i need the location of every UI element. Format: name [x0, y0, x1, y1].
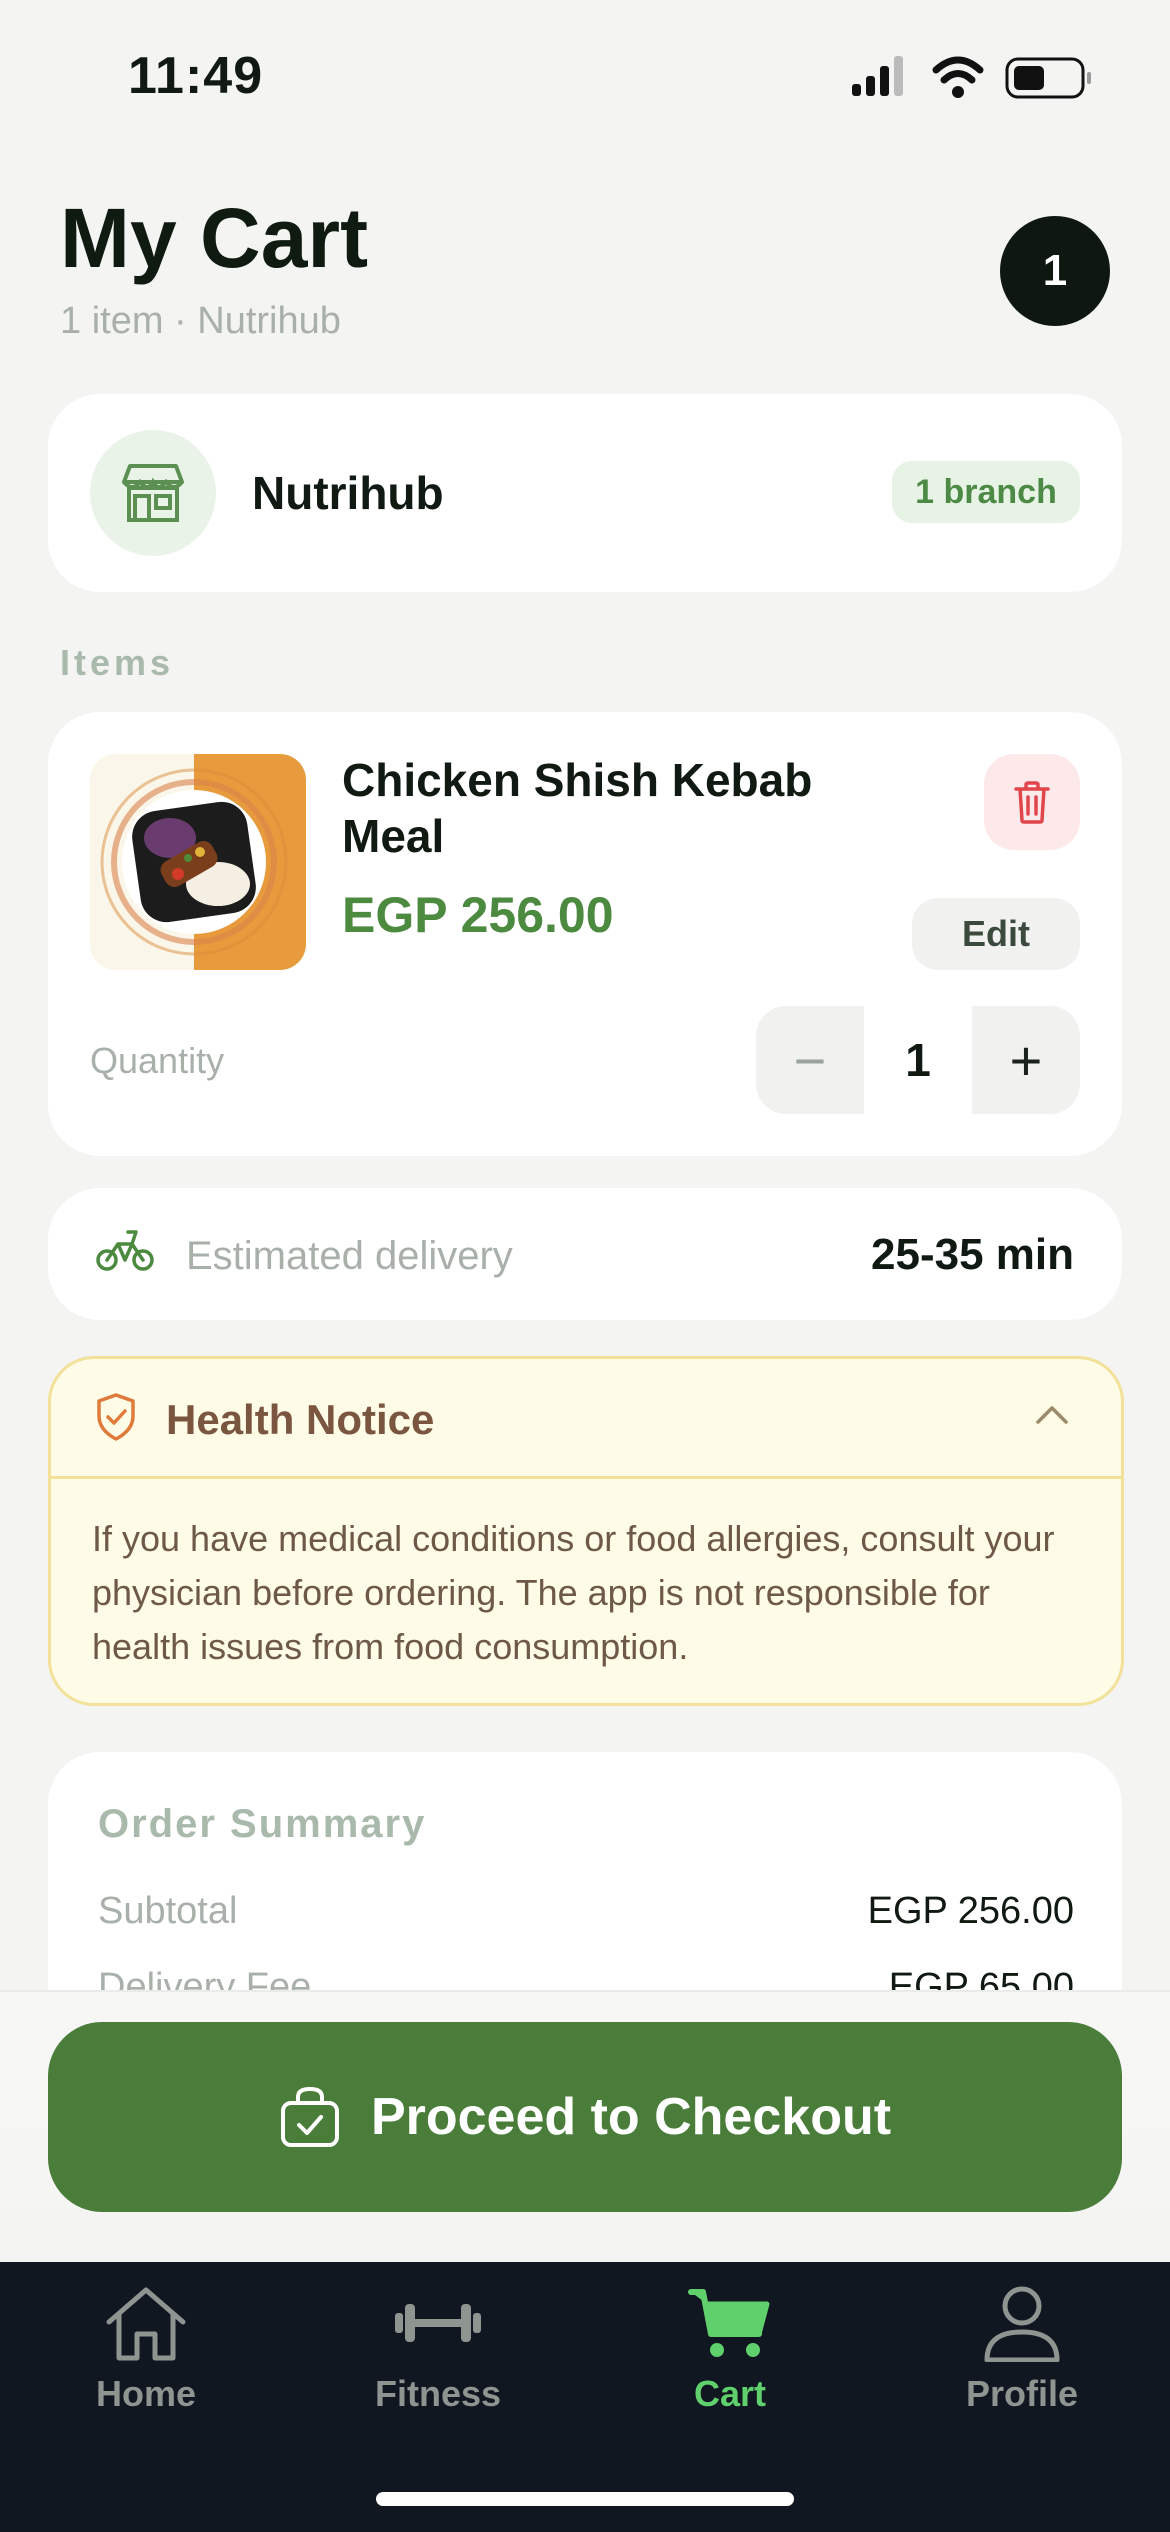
proceed-to-checkout-button[interactable]: Proceed to Checkout [48, 2022, 1122, 2212]
health-notice-body: If you have medical conditions or food a… [92, 1518, 1055, 1667]
item-thumbnail[interactable] [90, 754, 306, 970]
status-time: 11:49 [128, 47, 264, 105]
profile-icon [984, 2286, 1060, 2363]
tab-cart-label: Cart [693, 2373, 767, 2414]
tab-home-label: Home [95, 2373, 197, 2414]
store-icon [90, 430, 216, 556]
dumbbell-icon [395, 2304, 481, 2342]
tab-fitness[interactable]: Fitness [338, 2284, 538, 2415]
subtotal-value: EGP 256.00 [867, 1890, 1074, 1932]
items-section-label: Items [60, 642, 175, 683]
tab-profile[interactable]: Profile [922, 2284, 1122, 2415]
wifi-icon [932, 56, 984, 98]
status-icons [852, 56, 1091, 99]
shopping-bag-check-icon [280, 2086, 339, 2147]
quantity-increase-button[interactable]: + [972, 1006, 1080, 1114]
checkout-label: Proceed to Checkout [370, 2088, 892, 2146]
item-name: Chicken Shish Kebab Meal [342, 754, 813, 862]
bike-icon [96, 1230, 154, 1271]
quantity-label: Quantity [90, 1040, 225, 1081]
order-summary-title: Order Summary [98, 1802, 427, 1846]
delivery-time: 25-35 min [871, 1230, 1074, 1279]
home-indicator[interactable] [376, 2492, 794, 2506]
subtotal-label: Subtotal [98, 1890, 238, 1932]
page-subtitle: 1 item · Nutrihub [60, 300, 341, 342]
chevron-up-icon[interactable] [1032, 1400, 1072, 1430]
trash-icon [1014, 781, 1050, 824]
edit-item-button[interactable]: Edit [912, 898, 1080, 970]
tab-fitness-label: Fitness [374, 2373, 502, 2414]
page-title: My Cart [60, 191, 369, 285]
signal-icon [852, 56, 903, 96]
cart-icon [688, 2289, 770, 2357]
shield-check-icon [97, 1393, 135, 1441]
tab-profile-label: Profile [965, 2373, 1079, 2414]
cart-count-badge: 1 [1000, 216, 1110, 326]
delete-item-button[interactable] [984, 754, 1080, 850]
home-icon [106, 2287, 186, 2361]
item-price: EGP 256.00 [342, 887, 614, 943]
quantity-value: 1 [905, 1034, 931, 1086]
battery-icon [1005, 57, 1091, 99]
quantity-decrease-button[interactable]: − [756, 1006, 864, 1114]
branch-badge: 1 branch [892, 461, 1080, 523]
store-name: Nutrihub [252, 467, 444, 519]
tab-cart[interactable]: Cart [630, 2284, 830, 2415]
health-notice-divider [51, 1476, 1121, 1479]
delivery-label: Estimated delivery [186, 1234, 513, 1278]
tab-home[interactable]: Home [46, 2284, 246, 2415]
health-notice-title[interactable]: Health Notice [166, 1396, 434, 1444]
